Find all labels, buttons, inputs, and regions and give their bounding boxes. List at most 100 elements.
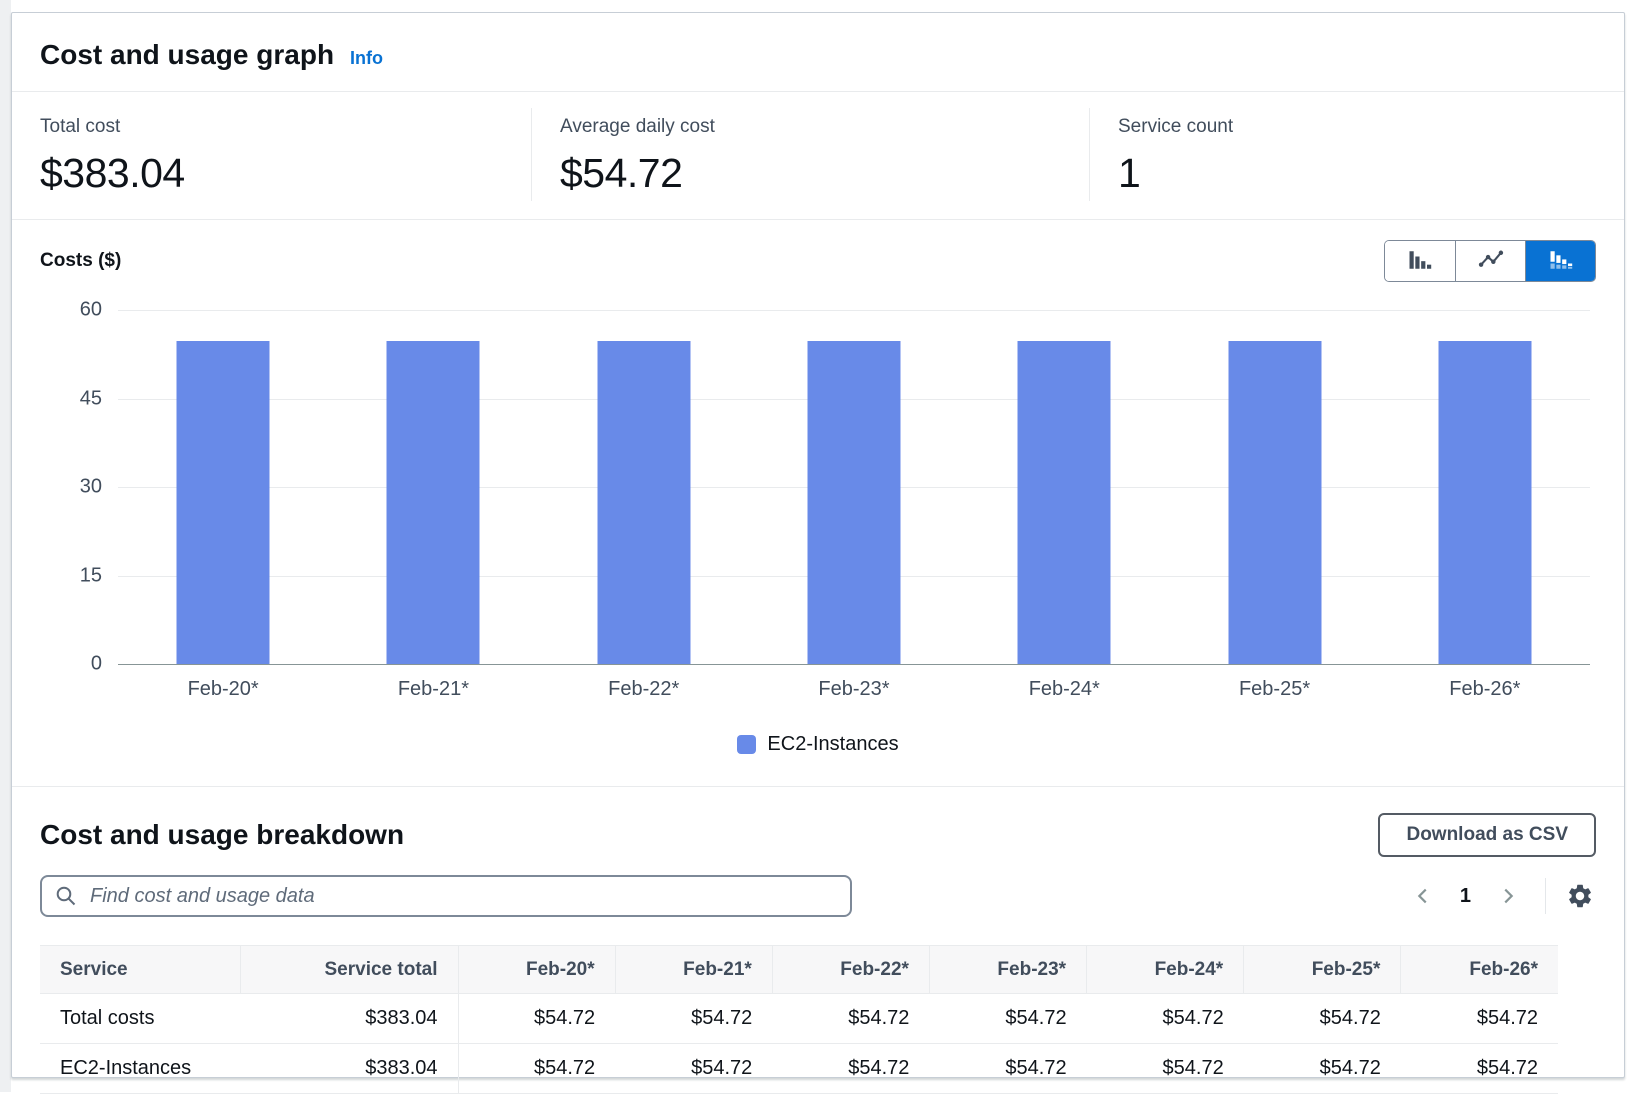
y-axis-tick: 0 <box>91 653 102 676</box>
cost-value-cell: $54.72 <box>929 1044 1086 1094</box>
chart-legend: EC2-Instances <box>40 733 1596 786</box>
column-header: Feb-20* <box>458 946 615 994</box>
card-header: Cost and usage graph Info <box>12 13 1624 92</box>
service-name-cell: Total costs <box>40 994 240 1044</box>
stat-service-count: Service count 1 <box>1089 108 1624 201</box>
y-axis-tick: 45 <box>80 387 102 410</box>
cost-value-cell: $54.72 <box>772 1044 929 1094</box>
bar-Feb-25*[interactable] <box>1228 341 1321 664</box>
x-axis-label: Feb-21* <box>328 678 538 701</box>
cost-value-cell: $54.72 <box>615 1044 772 1094</box>
chevron-right-icon <box>1497 885 1519 907</box>
bar-Feb-22*[interactable] <box>597 341 690 664</box>
y-axis-tick: 60 <box>80 299 102 322</box>
legend-swatch-ec2-instances[interactable] <box>737 735 756 754</box>
cost-value-cell: $54.72 <box>929 994 1086 1044</box>
bar-column <box>959 310 1169 664</box>
breakdown-table-wrap: ServiceService totalFeb-20*Feb-21*Feb-22… <box>12 933 1624 1094</box>
cost-value-cell: $54.72 <box>1401 1044 1558 1094</box>
chart-section: Costs ($) <box>12 220 1624 787</box>
legend-label[interactable]: EC2-Instances <box>767 733 898 756</box>
gridline <box>118 664 1590 665</box>
bar-Feb-24*[interactable] <box>1018 341 1111 664</box>
bar-column <box>749 310 959 664</box>
bar-Feb-21*[interactable] <box>387 341 480 664</box>
bar-column <box>328 310 538 664</box>
cost-usage-card: Cost and usage graph Info Total cost $38… <box>11 12 1625 1078</box>
stat-label: Total cost <box>40 116 503 138</box>
bar-column <box>118 310 328 664</box>
stat-total-cost: Total cost $383.04 <box>12 108 531 201</box>
y-axis-title: Costs ($) <box>40 250 121 272</box>
stats-row: Total cost $383.04 Average daily cost $5… <box>12 92 1624 220</box>
chart-view-toggle-group <box>1384 240 1596 282</box>
line-chart-icon <box>1477 246 1505 277</box>
x-axis-label: Feb-26* <box>1380 678 1590 701</box>
bar-Feb-26*[interactable] <box>1438 341 1531 664</box>
y-axis-tick: 30 <box>80 476 102 499</box>
cost-value-cell: $383.04 <box>240 994 458 1044</box>
x-axis-label: Feb-24* <box>959 678 1169 701</box>
column-header: Feb-26* <box>1401 946 1558 994</box>
next-page-button[interactable] <box>1493 881 1523 911</box>
stat-label: Average daily cost <box>560 116 1061 138</box>
table-row: EC2-Instances$383.04$54.72$54.72$54.72$5… <box>40 1044 1558 1094</box>
settings-gear-icon <box>1566 882 1594 910</box>
table-controls-row: 1 <box>12 863 1624 933</box>
column-header: Service total <box>240 946 458 994</box>
grouped-bar-chart-icon <box>1406 246 1434 277</box>
breakdown-title: Cost and usage breakdown <box>40 819 404 851</box>
column-header: Service <box>40 946 240 994</box>
breakdown-header: Cost and usage breakdown Download as CSV <box>12 787 1624 863</box>
table-row: Total costs$383.04$54.72$54.72$54.72$54.… <box>40 994 1558 1044</box>
bar-Feb-23*[interactable] <box>807 341 900 664</box>
column-header: Feb-24* <box>1087 946 1244 994</box>
column-header: Feb-21* <box>615 946 772 994</box>
bar-Feb-20*[interactable] <box>177 341 270 664</box>
cost-value-cell: $54.72 <box>1244 1044 1401 1094</box>
pagination: 1 <box>1408 878 1596 914</box>
grouped-bar-chart-view-button[interactable] <box>1385 241 1455 281</box>
x-axis-label: Feb-20* <box>118 678 328 701</box>
bar-column <box>1380 310 1590 664</box>
stat-value: $383.04 <box>40 150 503 197</box>
column-header: Feb-23* <box>929 946 1086 994</box>
pagination-divider <box>1545 878 1546 914</box>
search-input[interactable] <box>88 884 838 909</box>
cost-value-cell: $383.04 <box>240 1044 458 1094</box>
y-axis-tick: 15 <box>80 564 102 587</box>
page-background-gutter <box>0 0 11 1092</box>
download-csv-button[interactable]: Download as CSV <box>1378 813 1596 857</box>
cost-value-cell: $54.72 <box>1087 994 1244 1044</box>
cost-value-cell: $54.72 <box>458 994 615 1044</box>
page-number-button[interactable]: 1 <box>1454 884 1477 909</box>
cost-value-cell: $54.72 <box>615 994 772 1044</box>
cost-value-cell: $54.72 <box>1401 994 1558 1044</box>
service-name-cell: EC2-Instances <box>40 1044 240 1094</box>
x-axis-label: Feb-23* <box>749 678 959 701</box>
x-axis-label: Feb-22* <box>539 678 749 701</box>
bar-column <box>1169 310 1379 664</box>
cost-value-cell: $54.72 <box>1244 994 1401 1044</box>
line-chart-view-button[interactable] <box>1455 241 1525 281</box>
chart-plot: 015304560 <box>118 310 1590 664</box>
stat-value: $54.72 <box>560 150 1061 197</box>
chart-toolbar: Costs ($) <box>40 240 1596 282</box>
column-header: Feb-22* <box>772 946 929 994</box>
column-header: Feb-25* <box>1244 946 1401 994</box>
stacked-bar-chart-view-button[interactable] <box>1525 241 1595 281</box>
search-box <box>40 875 852 917</box>
breakdown-table: ServiceService totalFeb-20*Feb-21*Feb-22… <box>40 945 1558 1094</box>
previous-page-button[interactable] <box>1408 881 1438 911</box>
bars-row <box>118 310 1590 664</box>
table-settings-button[interactable] <box>1564 880 1596 912</box>
x-axis-labels: Feb-20*Feb-21*Feb-22*Feb-23*Feb-24* Feb-2… <box>118 664 1590 701</box>
info-link[interactable]: Info <box>350 48 383 69</box>
chevron-left-icon <box>1412 885 1434 907</box>
search-icon <box>54 884 78 908</box>
cost-value-cell: $54.72 <box>458 1044 615 1094</box>
stacked-bar-chart-icon <box>1547 246 1575 277</box>
bar-column <box>539 310 749 664</box>
cost-value-cell: $54.72 <box>772 994 929 1044</box>
stat-value: 1 <box>1118 150 1596 197</box>
